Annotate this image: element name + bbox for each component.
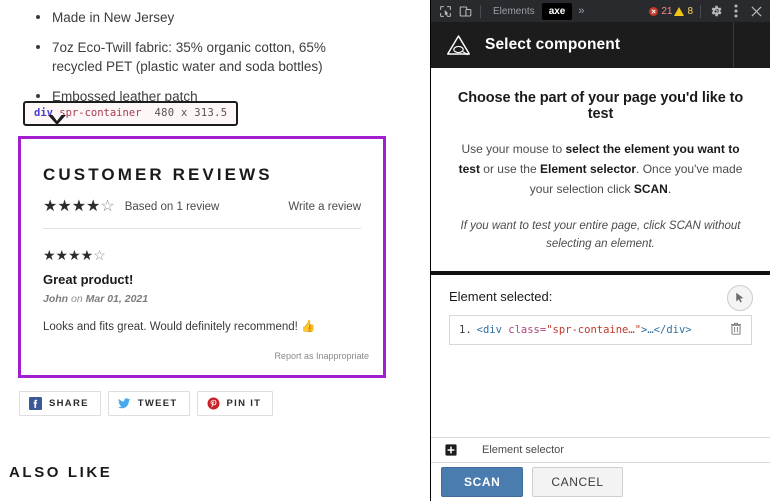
devtools-toolbar: Elements axe » 21 8 xyxy=(431,0,770,22)
report-as-inappropriate-link[interactable]: Report as Inappropriate xyxy=(274,351,369,361)
social-share-row: SHARE TWEET PIN IT xyxy=(19,391,274,416)
web-page-pane: Made in New Jersey 7oz Eco-Twill fabric:… xyxy=(0,0,430,501)
review-date: Mar 01, 2021 xyxy=(85,293,149,305)
toolbar-divider xyxy=(700,4,701,18)
scan-button[interactable]: SCAN xyxy=(441,467,524,497)
cursor-picker-icon[interactable] xyxy=(727,285,753,311)
summary-star-rating: ★★★★☆ xyxy=(43,198,115,215)
cancel-button[interactable]: CANCEL xyxy=(532,467,623,497)
element-selector-bar[interactable]: Element selector xyxy=(431,437,770,463)
axe-intro-body: Use your mouse to select the element you… xyxy=(455,139,746,199)
tooltip-pointer-icon xyxy=(51,113,63,121)
pinterest-icon xyxy=(207,397,219,410)
twitter-icon xyxy=(117,398,131,409)
list-item: 7oz Eco-Twill fabric: 35% organic cotton… xyxy=(34,38,364,76)
axe-footer: SCAN CANCEL xyxy=(431,463,770,501)
share-pinterest-label: PIN IT xyxy=(226,398,262,409)
trash-icon[interactable] xyxy=(730,322,742,338)
device-toolbar-icon[interactable] xyxy=(455,2,475,20)
more-tabs-button[interactable]: » xyxy=(572,5,590,17)
page-title: CUSTOMER REVIEWS xyxy=(43,165,273,184)
review-star-rating: ★★★★☆ xyxy=(43,247,106,263)
tab-elements[interactable]: Elements xyxy=(486,3,542,20)
intro-text-pre: Use your mouse to xyxy=(461,142,566,156)
element-selected-section: Element selected: 1. <div class="spr-con… xyxy=(431,275,770,421)
share-pinterest-button[interactable]: PIN IT xyxy=(196,391,274,416)
customer-reviews-container[interactable]: CUSTOMER REVIEWS ★★★★☆ Based on 1 review… xyxy=(18,136,386,378)
element-selected-label: Element selected: xyxy=(449,289,553,304)
warning-icon xyxy=(674,6,685,16)
code-attribute-name: class= xyxy=(508,324,547,336)
intro-text-end: . xyxy=(667,182,672,196)
devtools-panel: Elements axe » 21 8 Select component Cho… xyxy=(430,0,770,501)
toolbar-divider xyxy=(480,4,481,18)
element-selector-icon[interactable] xyxy=(445,444,457,456)
facebook-icon xyxy=(29,397,42,410)
review-body: Looks and fits great. Would definitely r… xyxy=(43,321,316,333)
share-facebook-button[interactable]: SHARE xyxy=(19,391,101,416)
error-count-badge[interactable]: 21 xyxy=(649,6,672,17)
error-icon xyxy=(649,6,659,16)
selected-element-row[interactable]: 1. <div class="spr-containe…">…</div> xyxy=(449,315,752,345)
inspector-tooltip-class: .spr-container xyxy=(52,107,142,119)
intro-text-bold-scan: SCAN xyxy=(633,182,668,196)
review-on-word: on xyxy=(71,293,83,305)
review-title: Great product! xyxy=(43,272,134,287)
axe-intro-section: Choose the part of your page you'd like … xyxy=(431,68,770,275)
review-item: ★★★★☆ Great product! John on Mar 01, 202… xyxy=(43,229,361,335)
write-a-review-link[interactable]: Write a review xyxy=(288,201,361,213)
intro-text-bold-element-selector: Element selector xyxy=(539,162,637,176)
axe-panel-title: Select component xyxy=(485,36,621,53)
code-close-tag: >…</div> xyxy=(641,324,692,336)
gear-icon[interactable] xyxy=(706,2,726,20)
selected-element-code: <div class="spr-containe…">…</div> xyxy=(477,324,692,336)
axe-logo-icon xyxy=(446,35,471,56)
selected-element-index: 1. xyxy=(459,324,472,336)
intro-text-mid: or use the xyxy=(479,162,540,176)
axe-intro-heading: Choose the part of your page you'd like … xyxy=(457,90,744,122)
tab-axe[interactable]: axe xyxy=(541,2,573,20)
inspector-tooltip: div.spr-container 480 x 313.5 xyxy=(23,101,239,126)
list-item: Made in New Jersey xyxy=(34,8,364,27)
review-author: John xyxy=(43,293,69,305)
code-attribute-value: "spr-containe…" xyxy=(546,324,642,336)
axe-panel-header: Select component xyxy=(431,22,770,68)
share-twitter-label: TWEET xyxy=(137,398,178,409)
element-selector-label: Element selector xyxy=(482,444,564,456)
review-byline: John on Mar 01, 2021 xyxy=(43,293,361,305)
error-count-label: 21 xyxy=(661,5,673,17)
share-facebook-label: SHARE xyxy=(49,398,89,409)
reviews-summary-row: ★★★★☆ Based on 1 review Write a review xyxy=(43,199,361,229)
header-divider xyxy=(733,22,734,68)
inspector-tooltip-dimensions: 480 x 313.5 xyxy=(154,107,228,119)
warning-count-badge[interactable]: 8 xyxy=(674,6,693,17)
inspect-element-icon[interactable] xyxy=(435,2,455,20)
axe-intro-note: If you want to test your entire page, cl… xyxy=(460,220,741,250)
kebab-menu-icon[interactable] xyxy=(726,2,746,20)
reviews-inner: CUSTOMER REVIEWS ★★★★☆ Based on 1 review… xyxy=(21,139,383,335)
share-twitter-button[interactable]: TWEET xyxy=(107,391,190,416)
review-count-label: Based on 1 review xyxy=(124,201,220,213)
close-icon[interactable] xyxy=(746,2,766,20)
warning-count-label: 8 xyxy=(687,5,693,17)
also-like-heading: ALSO LIKE xyxy=(9,464,113,481)
code-open-tag: <div xyxy=(476,324,509,336)
